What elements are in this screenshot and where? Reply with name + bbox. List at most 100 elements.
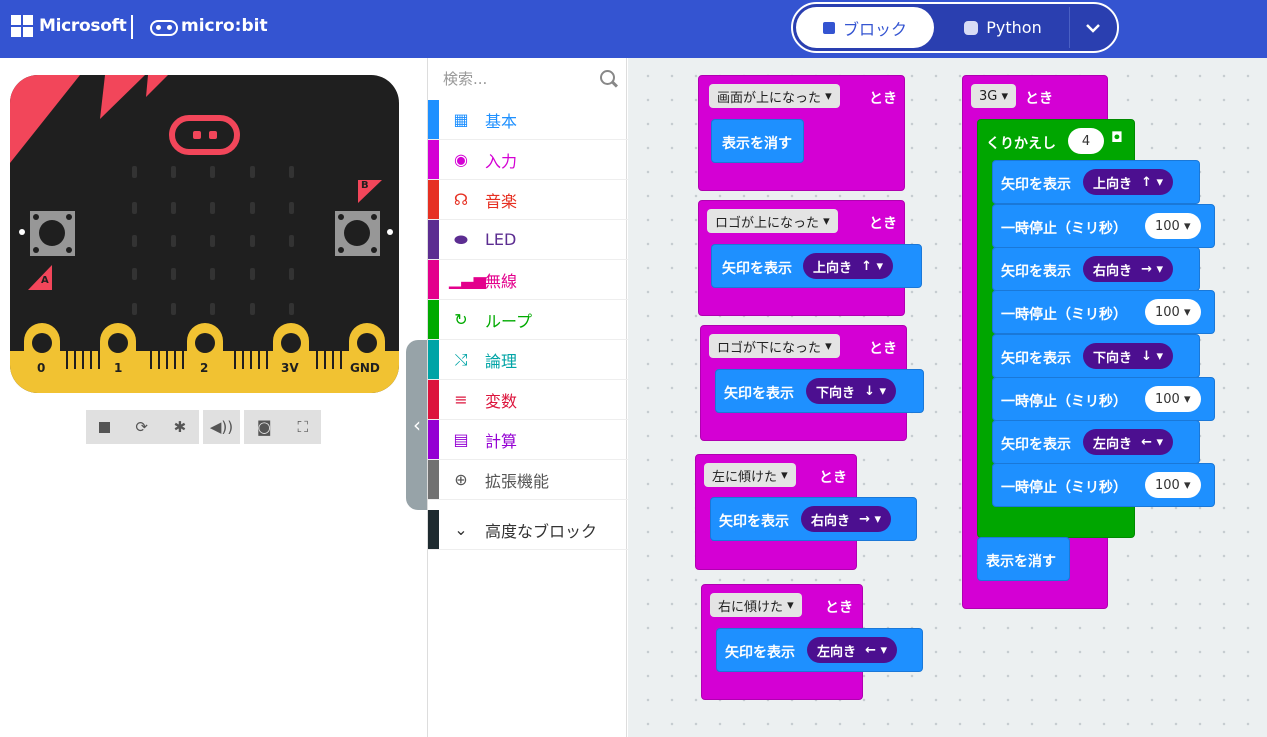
microbit-label[interactable]: micro:bit <box>181 16 268 36</box>
button-a[interactable] <box>30 211 75 256</box>
category-music[interactable]: ☊ 音楽 <box>428 180 628 220</box>
arrow-dropdown[interactable]: 左向き ← ▾ <box>1083 429 1174 455</box>
show-arrow-block[interactable]: 矢印を表示 右向き → ▾ <box>710 497 917 541</box>
search-icon[interactable] <box>600 70 615 85</box>
arrow-dropdown[interactable]: 上向き ↑ ▾ <box>1083 169 1174 195</box>
collapse-simulator-button[interactable]: ‹ <box>406 340 428 510</box>
repeat-block[interactable]: くりかえし 4 ◘ 矢印を表示 上向き ↑ ▾ 一時停止（ミリ秒） 100 ▾ … <box>977 119 1215 538</box>
category-label: LED <box>485 230 517 249</box>
gesture-dropdown[interactable]: 右に傾けた ▾ <box>710 593 802 617</box>
arrow-dropdown[interactable]: 下向き ↓ ▾ <box>806 378 897 404</box>
refresh-icon: ↻ <box>454 310 468 329</box>
arrow-dropdown[interactable]: 右向き → ▾ <box>1083 256 1174 282</box>
show-arrow-block[interactable]: 矢印を表示 上向き ↑ ▾ <box>992 160 1200 204</box>
gesture-dropdown[interactable]: 左に傾けた ▾ <box>704 463 796 487</box>
when-label: とき <box>869 91 897 107</box>
button-b[interactable] <box>335 211 380 256</box>
python-icon <box>964 20 979 35</box>
top-bar: Microsoft micro:bit ブロック Python <box>0 0 1267 58</box>
pin-label-gnd: GND <box>350 361 380 375</box>
debug-icon[interactable]: ✱ <box>174 418 187 436</box>
pause-value-dropdown[interactable]: 100 ▾ <box>1145 386 1201 412</box>
block-workspace[interactable]: 画面が上になった ▾ とき 表示を消す ロゴが上になった ▾ とき 矢印を表示 … <box>628 58 1267 737</box>
toolbox: 検索... ▦ 基本 ◉ 入力 ☊ 音楽 ⬬ LED ▁▃▅ 無線 ↻ ループ … <box>427 58 628 737</box>
pause-value-dropdown[interactable]: 100 ▾ <box>1145 472 1201 498</box>
sim-group-main: ⟳ ✱ <box>86 410 199 444</box>
gesture-dropdown[interactable]: ロゴが下になった ▾ <box>709 334 840 358</box>
category-led[interactable]: ⬬ LED <box>428 220 628 260</box>
event-shake-3g[interactable]: 3G ▾ とき くりかえし 4 ◘ 矢印を表示 上向き ↑ ▾ 一時停止（ミリ秒… <box>962 75 1215 609</box>
shuffle-icon: ⤭ <box>454 349 468 369</box>
plus-circle-icon: ⊕ <box>454 470 468 489</box>
category-label: 計算 <box>485 431 518 451</box>
gesture-dropdown[interactable]: ロゴが上になった ▾ <box>707 209 838 233</box>
pause-block[interactable]: 一時停止（ミリ秒） 100 ▾ <box>992 377 1215 421</box>
puzzle-icon <box>822 21 835 34</box>
search-input[interactable]: 検索... <box>428 58 628 98</box>
event-tilt-left[interactable]: 左に傾けた ▾ とき 矢印を表示 右向き → ▾ <box>695 454 917 570</box>
category-label: 高度なブロック <box>485 521 598 541</box>
event-tilt-right[interactable]: 右に傾けた ▾ とき 矢印を表示 左向き ← ▾ <box>701 584 923 700</box>
arrow-dropdown[interactable]: 上向き ↑ ▾ <box>803 253 894 279</box>
gesture-dropdown[interactable]: 画面が上になった ▾ <box>709 84 840 108</box>
event-screen-up[interactable]: 画面が上になった ▾ とき 表示を消す <box>698 75 905 191</box>
search-placeholder: 検索... <box>443 69 488 88</box>
pause-value-dropdown[interactable]: 100 ▾ <box>1145 299 1201 325</box>
category-logic[interactable]: ⤭ 論理 <box>428 340 628 380</box>
category-label: 入力 <box>485 151 518 171</box>
restart-icon[interactable]: ⟳ <box>135 418 148 436</box>
category-loops[interactable]: ↻ ループ <box>428 300 628 340</box>
category-radio[interactable]: ▁▃▅ 無線 <box>428 260 628 300</box>
language-dropdown[interactable] <box>1069 7 1115 48</box>
show-arrow-block[interactable]: 矢印を表示 下向き ↓ ▾ <box>992 334 1200 378</box>
category-math[interactable]: ▤ 計算 <box>428 420 628 460</box>
arrow-dropdown[interactable]: 左向き ← ▾ <box>807 637 898 663</box>
category-label: 無線 <box>485 271 518 291</box>
category-extensions[interactable]: ⊕ 拡張機能 <box>428 460 628 500</box>
clear-screen-block[interactable]: 表示を消す <box>977 537 1070 581</box>
when-label: とき <box>869 341 897 357</box>
show-arrow-block[interactable]: 矢印を表示 左向き ← ▾ <box>992 420 1200 464</box>
target-icon: ◉ <box>454 150 468 169</box>
pause-value-dropdown[interactable]: 100 ▾ <box>1145 213 1201 239</box>
fullscreen-icon[interactable]: ⛶ <box>297 418 308 436</box>
sim-group-view: ◙ ⛶ <box>244 410 321 444</box>
category-advanced[interactable]: ⌄ 高度なブロック <box>428 510 628 550</box>
show-arrow-block[interactable]: 矢印を表示 左向き ← ▾ <box>716 628 923 672</box>
event-logo-down[interactable]: ロゴが下になった ▾ とき 矢印を表示 下向き ↓ ▾ <box>700 325 924 441</box>
pause-block[interactable]: 一時停止（ミリ秒） 100 ▾ <box>992 204 1215 248</box>
category-label: 音楽 <box>485 191 518 211</box>
pin-label-2: 2 <box>200 361 209 375</box>
category-input[interactable]: ◉ 入力 <box>428 140 628 180</box>
clear-screen-block[interactable]: 表示を消す <box>711 119 804 163</box>
tab-blocks[interactable]: ブロック <box>796 7 934 48</box>
edge-dot-left <box>19 229 25 235</box>
gesture-dropdown[interactable]: 3G ▾ <box>971 84 1017 108</box>
mute-button[interactable]: ◀)) <box>203 410 240 444</box>
category-basic[interactable]: ▦ 基本 <box>428 100 628 140</box>
editor-toggle: ブロック Python <box>791 2 1119 53</box>
tab-blocks-label: ブロック <box>842 19 907 39</box>
microsoft-label[interactable]: Microsoft <box>39 16 127 36</box>
header-divider <box>131 15 133 39</box>
arrow-dropdown[interactable]: 右向き → ▾ <box>801 506 892 532</box>
screenshot-icon[interactable]: ◙ <box>257 418 272 436</box>
simulator-toolbar: ⟳ ✱ ◀)) ◙ ⛶ <box>86 410 321 444</box>
category-variables[interactable]: ≡ 変数 <box>428 380 628 420</box>
show-arrow-block[interactable]: 矢印を表示 下向き ↓ ▾ <box>715 369 924 413</box>
chevron-down-icon: ⌄ <box>454 520 468 539</box>
show-arrow-block[interactable]: 矢印を表示 上向き ↑ ▾ <box>711 244 922 288</box>
pin-label-3v: 3V <box>281 361 299 375</box>
arrow-dropdown[interactable]: 下向き ↓ ▾ <box>1083 343 1174 369</box>
pause-block[interactable]: 一時停止（ミリ秒） 100 ▾ <box>992 290 1215 334</box>
when-label: とき <box>819 470 847 486</box>
list-icon: ≡ <box>454 390 468 409</box>
category-label: 変数 <box>485 391 518 411</box>
when-label: とき <box>1025 91 1053 107</box>
stop-icon[interactable] <box>98 421 110 433</box>
tab-python[interactable]: Python <box>943 7 1063 48</box>
event-logo-up[interactable]: ロゴが上になった ▾ とき 矢印を表示 上向き ↑ ▾ <box>698 200 922 316</box>
pause-block[interactable]: 一時停止（ミリ秒） 100 ▾ <box>992 463 1215 507</box>
show-arrow-block[interactable]: 矢印を表示 右向き → ▾ <box>992 247 1200 291</box>
repeat-count-input[interactable]: 4 <box>1068 128 1104 154</box>
